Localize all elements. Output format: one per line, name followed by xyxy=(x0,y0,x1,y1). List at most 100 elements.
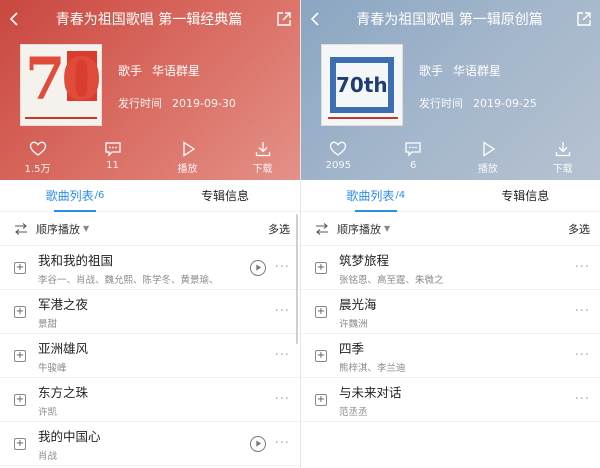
song-info: 东方之珠 许凯 xyxy=(38,382,266,418)
mv-play-icon[interactable] xyxy=(250,435,266,452)
chevron-down-icon: ▼ xyxy=(384,224,391,233)
more-icon[interactable]: ··· xyxy=(268,260,290,275)
comment-button[interactable]: 11 xyxy=(75,140,150,180)
add-icon[interactable]: + xyxy=(315,349,327,362)
download-button[interactable]: 下载 xyxy=(225,140,300,180)
more-icon[interactable]: ··· xyxy=(268,304,290,319)
play-label: 播放 xyxy=(477,164,498,175)
add-icon[interactable]: + xyxy=(315,305,327,318)
more-icon[interactable]: ··· xyxy=(568,392,590,407)
singer-name: 华语群星 xyxy=(453,64,502,78)
song-artist: 许凯 xyxy=(38,406,58,418)
comment-button[interactable]: 6 xyxy=(376,140,451,180)
add-icon[interactable]: + xyxy=(14,305,26,318)
list-item[interactable]: + 军港之夜 景甜 ··· xyxy=(0,290,300,334)
singer-line[interactable]: 歌手 华语群星 xyxy=(419,62,537,79)
tab-album-info[interactable]: 专辑信息 xyxy=(451,180,600,211)
tab-song-list[interactable]: 歌曲列表/4 xyxy=(301,180,451,212)
tab-song-list[interactable]: 歌曲列表/6 xyxy=(0,180,150,212)
tab-album-info-label: 专辑信息 xyxy=(200,189,249,203)
cover-signature xyxy=(25,111,97,119)
play-mode-selector[interactable]: 顺序播放 xyxy=(337,221,381,237)
singer-line[interactable]: 歌手 华语群星 xyxy=(118,62,236,79)
tab-bar: 歌曲列表/4 专辑信息 xyxy=(301,180,600,212)
comment-icon xyxy=(405,142,421,157)
song-title: 亚洲雄风 xyxy=(38,340,89,356)
list-item[interactable]: + 亚洲雄风 牛骏峰 ··· xyxy=(0,334,300,378)
download-button[interactable]: 下载 xyxy=(525,140,600,180)
list-item[interactable]: + 与未来对话 范丞丞 ··· xyxy=(301,378,600,422)
song-info: 与未来对话 范丞丞 xyxy=(339,382,566,418)
more-icon[interactable]: ··· xyxy=(268,436,290,451)
cover-number: 70th xyxy=(336,73,388,97)
chevron-down-icon: ▼ xyxy=(83,224,90,233)
multi-select-button[interactable]: 多选 xyxy=(568,221,590,237)
play-mode-bar: 顺序播放 ▼ 多选 xyxy=(301,212,600,246)
tab-album-info[interactable]: 专辑信息 xyxy=(150,180,300,211)
song-count: /6 xyxy=(94,190,105,201)
add-icon[interactable]: + xyxy=(315,393,327,406)
list-item[interactable]: + 东方之珠 许凯 ··· xyxy=(0,378,300,422)
like-button[interactable]: 1.5万 xyxy=(0,140,75,180)
song-title: 与未来对话 xyxy=(339,384,402,400)
tab-album-info-label: 专辑信息 xyxy=(501,189,550,203)
release-line: 发行时间 2019-09-30 xyxy=(118,95,236,111)
more-icon[interactable]: ··· xyxy=(568,348,590,363)
list-item[interactable]: + 晨光海 许魏洲 ··· xyxy=(301,290,600,334)
add-icon[interactable]: + xyxy=(14,393,26,406)
list-item[interactable]: + 我和我的祖国 李谷一、肖战、魏允熙、陈学冬、黄景瑜、 ··· xyxy=(0,246,300,290)
top-bar: 青春为祖国歌唱 第一辑原创篇 xyxy=(301,0,600,38)
song-title: 军港之夜 xyxy=(38,296,89,312)
back-icon[interactable] xyxy=(0,0,30,38)
release-line: 发行时间 2019-09-25 xyxy=(419,95,537,111)
action-bar: 2095 6 播放 下载 xyxy=(301,140,600,180)
song-info: 晨光海 许魏洲 xyxy=(339,294,566,330)
song-title: 我的中国心 xyxy=(38,428,101,444)
multi-select-button[interactable]: 多选 xyxy=(268,221,290,237)
album-title: 青春为祖国歌唱 第一辑原创篇 xyxy=(356,12,543,28)
album-cover[interactable]: 70th xyxy=(321,44,403,126)
mv-play-icon[interactable] xyxy=(250,259,266,276)
more-icon[interactable]: ··· xyxy=(268,392,290,407)
sequential-play-icon[interactable] xyxy=(315,222,329,236)
list-item[interactable]: + 我的中国心 肖战 ··· xyxy=(0,422,300,466)
more-icon[interactable]: ··· xyxy=(568,304,590,319)
album-info-row: 70 歌手 华语群星 发行时间 2019-09-30 xyxy=(20,44,300,126)
share-icon[interactable] xyxy=(268,0,300,38)
heart-icon xyxy=(330,141,347,156)
sequential-play-icon[interactable] xyxy=(14,222,28,236)
song-artist: 肖战 xyxy=(38,450,58,462)
album-meta: 歌手 华语群星 发行时间 2019-09-25 xyxy=(403,44,537,126)
play-all-button[interactable]: 播放 xyxy=(451,140,526,180)
album-cover[interactable]: 70 xyxy=(20,44,102,126)
add-icon[interactable]: + xyxy=(14,349,26,362)
song-title: 筑梦旅程 xyxy=(339,252,390,268)
add-icon[interactable]: + xyxy=(315,261,327,274)
like-count: 2095 xyxy=(325,160,352,171)
song-artist: 熊梓淇、李兰迪 xyxy=(339,362,406,374)
song-artist: 范丞丞 xyxy=(339,406,368,418)
download-icon xyxy=(255,142,270,157)
comment-icon xyxy=(104,142,121,157)
more-icon[interactable]: ··· xyxy=(268,348,290,363)
add-icon[interactable]: + xyxy=(14,437,26,450)
back-icon[interactable] xyxy=(301,0,331,38)
share-icon[interactable] xyxy=(568,0,600,38)
like-button[interactable]: 2095 xyxy=(301,140,376,180)
song-info: 亚洲雄风 牛骏峰 xyxy=(38,338,266,374)
song-title: 四季 xyxy=(339,340,365,356)
comment-count: 6 xyxy=(409,160,417,171)
play-mode-selector[interactable]: 顺序播放 xyxy=(36,221,80,237)
more-icon[interactable]: ··· xyxy=(568,260,590,275)
song-artist: 牛骏峰 xyxy=(38,362,67,374)
song-title: 我和我的祖国 xyxy=(38,252,114,268)
release-key: 发行时间 xyxy=(419,97,463,110)
list-item[interactable]: + 筑梦旅程 张铭恩、高至霆、朱微之 ··· xyxy=(301,246,600,290)
scrollbar[interactable] xyxy=(296,214,298,344)
tab-song-list-label: 歌曲列表 xyxy=(45,189,94,203)
play-all-button[interactable]: 播放 xyxy=(150,140,225,180)
play-mode-bar: 顺序播放 ▼ 多选 xyxy=(0,212,300,246)
album-header: 青春为祖国歌唱 第一辑经典篇 70 歌手 华语群星 发行时间 2019-09-30 xyxy=(0,0,300,180)
list-item[interactable]: + 四季 熊梓淇、李兰迪 ··· xyxy=(301,334,600,378)
add-icon[interactable]: + xyxy=(14,261,26,274)
